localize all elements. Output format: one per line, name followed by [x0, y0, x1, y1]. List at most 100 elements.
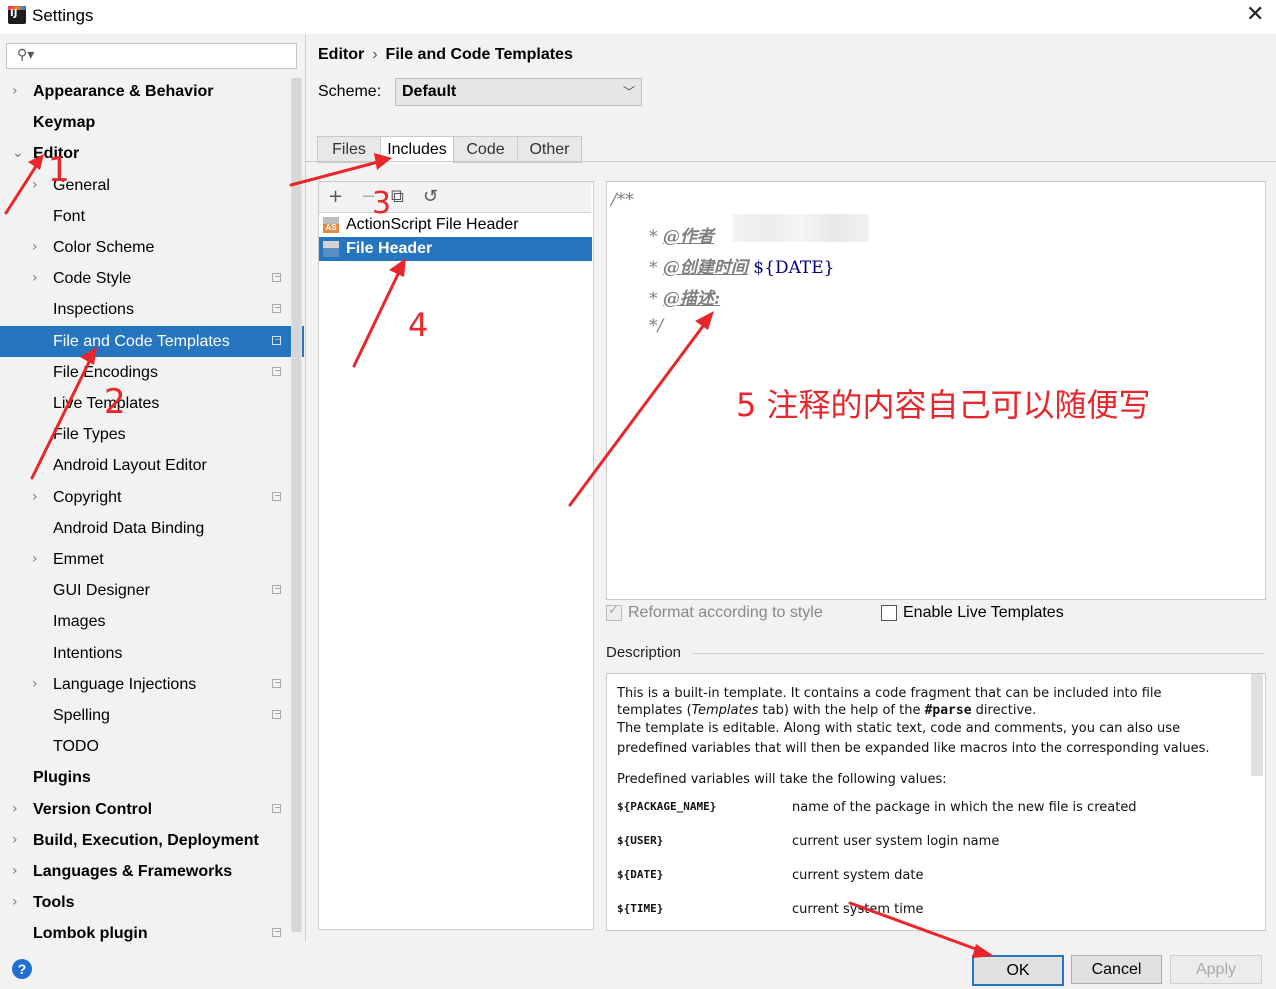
- tree-item[interactable]: Live Templates: [0, 388, 290, 419]
- scheme-dropdown[interactable]: Default ﹀: [395, 78, 642, 106]
- tree-item-label: Language Injections: [53, 676, 197, 693]
- tree-item-label: Emmet: [53, 551, 104, 568]
- tab-code[interactable]: Code: [453, 136, 518, 163]
- tree-item[interactable]: Intentions: [0, 638, 290, 669]
- chevron-right-icon[interactable]: ›: [32, 669, 38, 700]
- tree-item[interactable]: Inspections: [0, 294, 290, 325]
- window-title: Settings: [32, 6, 94, 25]
- chevron-right-icon[interactable]: ›: [12, 856, 18, 887]
- tree-item[interactable]: › Color Scheme: [0, 232, 290, 263]
- chevron-right-icon[interactable]: ›: [32, 263, 38, 294]
- description-heading: Description: [606, 644, 682, 661]
- tree-scrollbar[interactable]: [291, 78, 302, 932]
- annotation-label-2: 2: [104, 382, 126, 422]
- tree-item-label: Languages & Frameworks: [33, 863, 233, 880]
- description-text: predefined variables that will then be e…: [617, 741, 1210, 756]
- annotation-label-3: 3: [372, 186, 392, 221]
- tree-item[interactable]: › Code Style: [0, 263, 290, 294]
- project-scope-icon: [272, 273, 281, 282]
- chevron-right-icon[interactable]: ›: [12, 794, 18, 825]
- tab-includes[interactable]: Includes: [380, 136, 454, 164]
- tree-item-label: File Types: [53, 426, 126, 443]
- search-input[interactable]: ⚲▾: [6, 43, 297, 69]
- template-list: [318, 181, 594, 930]
- tree-item[interactable]: File Types: [0, 419, 290, 450]
- template-list-toolbar: + − ⧉ ↺: [319, 182, 591, 213]
- chevron-right-icon[interactable]: ›: [32, 170, 38, 201]
- tree-item-label: Code Style: [53, 270, 132, 287]
- tree-item[interactable]: › General: [0, 170, 290, 201]
- chevron-right-icon[interactable]: ›: [12, 825, 18, 856]
- tree-item[interactable]: File Encodings: [0, 357, 290, 388]
- tree-item[interactable]: › Languages & Frameworks: [0, 856, 290, 887]
- tree-item[interactable]: Android Data Binding: [0, 513, 290, 544]
- chevron-down-icon[interactable]: ⌄: [12, 138, 24, 169]
- annotation-label-4: 4: [408, 306, 429, 344]
- tree-item[interactable]: › Build, Execution, Deployment: [0, 825, 290, 856]
- breadcrumb-parent: Editor: [318, 46, 365, 63]
- tree-item-label: Tools: [33, 894, 75, 911]
- annotation-label-1: 1: [48, 150, 70, 190]
- annotation-label-5: 5 注释的内容自己可以随便写: [736, 386, 1151, 424]
- help-icon[interactable]: ?: [12, 959, 32, 979]
- tree-item[interactable]: ⌄ Editor: [0, 138, 290, 169]
- add-icon[interactable]: +: [328, 186, 343, 207]
- tree-item[interactable]: Plugins: [0, 762, 290, 793]
- project-scope-icon: [272, 804, 281, 813]
- project-scope-icon: [272, 304, 281, 313]
- tab-other[interactable]: Other: [517, 136, 582, 163]
- description-scrollbar[interactable]: [1251, 674, 1263, 776]
- chevron-right-icon[interactable]: ›: [32, 232, 38, 263]
- code-line: * @创建时间 ${DATE}: [649, 258, 835, 278]
- reset-icon[interactable]: ↺: [423, 186, 438, 207]
- tree-item-label: Version Control: [33, 801, 153, 818]
- tree-item[interactable]: GUI Designer: [0, 575, 290, 606]
- breadcrumb-current: File and Code Templates: [385, 46, 573, 63]
- breadcrumb-separator: ›: [372, 46, 378, 63]
- project-scope-icon: [272, 367, 281, 376]
- chevron-down-icon: ﹀: [622, 85, 635, 99]
- template-item-actionscript[interactable]: AS ActionScript File Header: [319, 213, 592, 237]
- apply-button[interactable]: Apply: [1170, 955, 1262, 984]
- tree-item[interactable]: › Version Control: [0, 794, 290, 825]
- tree-item-label: File and Code Templates: [53, 333, 230, 350]
- chevron-right-icon[interactable]: ›: [32, 482, 38, 513]
- close-icon[interactable]: ✕: [1246, 2, 1264, 27]
- project-scope-icon: [272, 492, 281, 501]
- tree-item[interactable]: Spelling: [0, 700, 290, 731]
- chevron-right-icon[interactable]: ›: [12, 887, 18, 918]
- checkbox-checked: [606, 603, 622, 621]
- tree-item[interactable]: File and Code Templates: [0, 326, 304, 357]
- tree-item-label: GUI Designer: [53, 582, 150, 599]
- chevron-right-icon[interactable]: ›: [32, 544, 38, 575]
- tree-item-label: TODO: [53, 738, 99, 755]
- tree-item[interactable]: Images: [0, 606, 290, 637]
- title-bar: Settings ✕: [0, 0, 1276, 34]
- tab-files[interactable]: Files: [317, 136, 381, 163]
- code-line: * @描述:: [649, 289, 721, 309]
- template-item-file-header[interactable]: File Header: [319, 237, 592, 261]
- project-scope-icon: [272, 585, 281, 594]
- tree-item-label: Color Scheme: [53, 239, 155, 256]
- breadcrumb: Editor › File and Code Templates: [318, 46, 573, 64]
- checkbox-unchecked: [881, 605, 897, 621]
- variable-row: ${DATE} current system date: [617, 868, 924, 883]
- tree-item-label: Plugins: [33, 769, 91, 786]
- tree-item[interactable]: › Language Injections: [0, 669, 290, 700]
- chevron-right-icon[interactable]: ›: [12, 76, 18, 107]
- tree-item[interactable]: › Tools: [0, 887, 290, 918]
- tree-item[interactable]: › Copyright: [0, 482, 290, 513]
- tree-item[interactable]: Android Layout Editor: [0, 450, 290, 481]
- description-text: templates (Templates tab) with the help …: [617, 703, 1037, 718]
- description-panel: This is a built-in template. It contains…: [606, 673, 1266, 931]
- tree-item[interactable]: TODO: [0, 731, 290, 762]
- tree-item-label: Copyright: [53, 489, 122, 506]
- copy-icon[interactable]: ⧉: [391, 186, 404, 207]
- created-time-tag: @创建时间: [662, 258, 748, 278]
- tree-item[interactable]: Font: [0, 201, 290, 232]
- ok-button[interactable]: OK: [972, 955, 1064, 986]
- tree-item[interactable]: Keymap: [0, 107, 290, 138]
- cancel-button[interactable]: Cancel: [1071, 955, 1162, 984]
- tree-item[interactable]: › Appearance & Behavior: [0, 76, 290, 107]
- tree-item[interactable]: › Emmet: [0, 544, 290, 575]
